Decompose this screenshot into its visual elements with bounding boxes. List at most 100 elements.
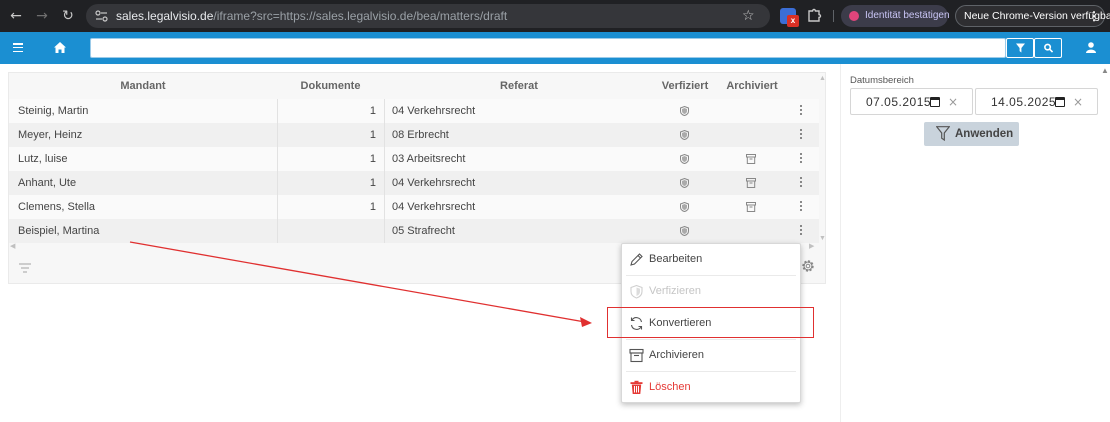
to-date-value: 14.05.2025: [991, 95, 1057, 109]
date-range-label: Datumsbereich: [850, 75, 914, 86]
address-bar[interactable]: sales.legalvisio.de/iframe?src=https://s…: [86, 4, 770, 28]
url-host: sales.legalvisio.de: [116, 9, 214, 23]
cell-referat: 04 Verkehrsrecht: [392, 105, 476, 117]
bookmark-star-icon[interactable]: ☆: [742, 6, 755, 26]
funnel-icon: [1016, 43, 1025, 53]
filter-lines-icon[interactable]: [19, 263, 31, 273]
table-row[interactable]: Lutz, luise 1 03 Arbeitsrecht: [9, 147, 819, 171]
row-actions-kebab-icon[interactable]: [800, 153, 803, 165]
search-icon: [1044, 43, 1053, 53]
shield-icon[interactable]: [680, 178, 689, 188]
search-button[interactable]: [1034, 38, 1062, 58]
url-text: sales.legalvisio.de/iframe?src=https://s…: [116, 4, 507, 28]
header-referat[interactable]: Referat: [384, 73, 654, 99]
shield-icon[interactable]: [680, 130, 689, 140]
toolbar-divider: [833, 10, 834, 22]
table-row[interactable]: Steinig, Martin 1 04 Verkehrsrecht: [9, 99, 819, 123]
extension-icon[interactable]: x: [780, 8, 799, 27]
scroll-down-arrow-icon[interactable]: ▼: [819, 235, 826, 242]
cell-referat: 03 Arbeitsrecht: [392, 153, 466, 165]
clear-icon[interactable]: ×: [948, 89, 958, 116]
cell-referat: 04 Verkehrsrecht: [392, 177, 476, 189]
filter-panel: ▲ Datumsbereich 07.05.2015 × 14.05.2025 …: [840, 64, 1110, 422]
cell-mandant: Clemens, Stella: [18, 201, 96, 213]
table-row[interactable]: Meyer, Heinz 1 08 Erbrecht: [9, 123, 819, 147]
menu-item-edit[interactable]: Bearbeiten: [622, 244, 800, 275]
menu-item-label: Archivieren: [649, 349, 705, 361]
shield-icon[interactable]: [680, 226, 689, 236]
header-archiviert[interactable]: Archiviert: [716, 73, 788, 99]
archive-icon: [746, 154, 756, 164]
row-actions-kebab-icon[interactable]: [800, 201, 803, 213]
table-row[interactable]: Beispiel, Martina 05 Strafrecht: [9, 219, 819, 243]
cell-mandant: Steinig, Martin: [18, 105, 89, 117]
cell-referat: 05 Strafrecht: [392, 225, 455, 237]
column-divider: [384, 99, 385, 243]
calendar-icon[interactable]: [930, 97, 940, 107]
row-actions-kebab-icon[interactable]: [800, 177, 803, 189]
cell-referat: 08 Erbrecht: [392, 129, 449, 141]
identity-button[interactable]: Identität bestätigen: [841, 5, 950, 27]
scroll-up-arrow-icon[interactable]: ▲: [819, 75, 826, 82]
cell-dokumente: 1: [369, 105, 376, 117]
cell-dokumente: 1: [369, 129, 376, 141]
row-actions-kebab-icon[interactable]: [800, 129, 803, 141]
menu-item-archive[interactable]: Archivieren: [622, 340, 800, 371]
archive-icon: [746, 178, 756, 188]
cell-dokumente: 1: [369, 153, 376, 165]
calendar-icon[interactable]: [1055, 97, 1065, 107]
header-verfiziert[interactable]: Verfiziert: [654, 73, 716, 99]
clear-icon[interactable]: ×: [1073, 89, 1083, 116]
user-icon[interactable]: [1086, 42, 1096, 53]
scroll-left-arrow-icon[interactable]: ◀: [10, 242, 15, 250]
trash-icon: [630, 380, 643, 394]
app-header: [0, 32, 1110, 64]
from-date-input[interactable]: 07.05.2015 ×: [850, 88, 973, 115]
reload-icon[interactable]: ↻: [58, 6, 78, 26]
identity-label: Identität bestätigen: [865, 10, 950, 21]
scroll-right-arrow-icon[interactable]: ▶: [809, 242, 814, 250]
funnel-icon: [936, 126, 950, 141]
table-row[interactable]: Clemens, Stella 1 04 Verkehrsrecht: [9, 195, 819, 219]
menu-item-label: Verfizieren: [649, 285, 701, 297]
cell-dokumente: 1: [369, 177, 376, 189]
column-divider: [277, 99, 278, 243]
shield-icon[interactable]: [680, 106, 689, 116]
more-vertical-icon[interactable]: ⋮: [1088, 6, 1100, 26]
cell-mandant: Lutz, luise: [18, 153, 68, 165]
forward-arrow-icon[interactable]: →: [32, 6, 52, 26]
hamburger-menu-icon[interactable]: [13, 43, 23, 53]
shield-icon: [630, 284, 643, 299]
search-input[interactable]: [90, 38, 1006, 58]
url-path: /iframe?src=https://sales.legalvisio.de/…: [213, 9, 508, 23]
cell-mandant: Anhant, Ute: [18, 177, 77, 189]
table-row[interactable]: Anhant, Ute 1 04 Verkehrsrecht: [9, 171, 819, 195]
row-actions-kebab-icon[interactable]: [800, 225, 803, 237]
archive-icon: [746, 202, 756, 212]
menu-item-label: Bearbeiten: [649, 253, 703, 265]
apply-label: Anwenden: [955, 128, 1014, 140]
menu-item-verify: Verfizieren: [622, 276, 800, 307]
home-icon[interactable]: [54, 42, 66, 53]
filter-button[interactable]: [1006, 38, 1034, 58]
row-actions-kebab-icon[interactable]: [800, 105, 803, 117]
header-mandant[interactable]: Mandant: [9, 73, 277, 99]
shield-icon[interactable]: [680, 202, 689, 212]
apply-button[interactable]: Anwenden: [924, 122, 1019, 146]
gear-icon[interactable]: [801, 259, 815, 273]
site-settings-icon[interactable]: [95, 10, 108, 22]
menu-item-label: Löschen: [649, 381, 691, 393]
back-arrow-icon[interactable]: ←: [6, 6, 26, 26]
extensions-puzzle-icon[interactable]: [806, 7, 822, 23]
profile-dot-icon: [849, 11, 859, 21]
scroll-up-arrow-icon[interactable]: ▲: [1101, 66, 1109, 75]
header-dokumente[interactable]: Dokumente: [277, 73, 384, 99]
cell-mandant: Beispiel, Martina: [18, 225, 100, 237]
chrome-update-button[interactable]: Neue Chrome-Version verfügbar ⋮: [955, 5, 1110, 27]
menu-item-delete[interactable]: Löschen: [622, 372, 800, 403]
browser-toolbar: ← → ↻ sales.legalvisio.de/iframe?src=htt…: [0, 0, 1110, 32]
shield-icon[interactable]: [680, 154, 689, 164]
to-date-input[interactable]: 14.05.2025 ×: [975, 88, 1098, 115]
from-date-value: 07.05.2015: [866, 95, 932, 109]
cell-mandant: Meyer, Heinz: [18, 129, 83, 141]
